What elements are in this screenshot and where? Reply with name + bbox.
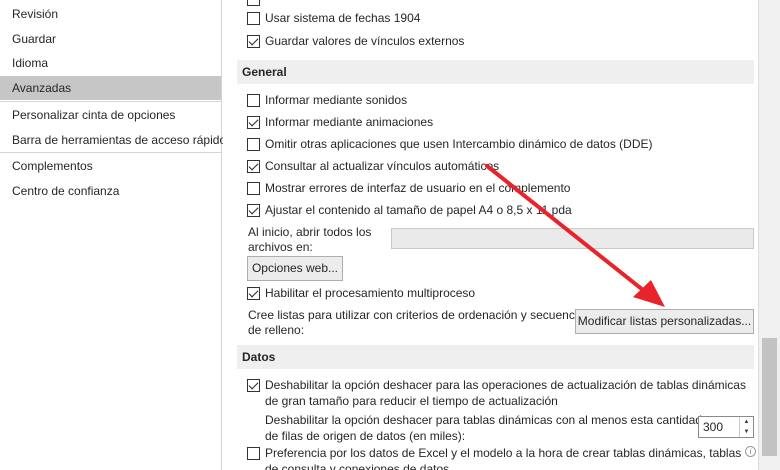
option-label: Guardar valores de vínculos externos [265, 34, 465, 48]
startup-folder-input[interactable] [391, 228, 754, 249]
option-label: Consultar al actualizar vínculos automát… [265, 159, 500, 173]
section-header-general: General [237, 60, 754, 84]
section-header-datos: Datos [237, 345, 754, 369]
option-update-links[interactable]: Consultar al actualizar vínculos automát… [247, 158, 499, 176]
sidebar-item-guardar[interactable]: Guardar [0, 27, 221, 51]
options-sidebar: Revisión Guardar Idioma Avanzadas Person… [0, 0, 226, 470]
stepper-buttons: ▲ ▼ [739, 417, 753, 437]
checkbox[interactable] [247, 94, 260, 107]
scrollbar-thumb[interactable] [762, 338, 777, 456]
checkbox-checked[interactable] [247, 287, 260, 300]
checkbox-checked[interactable] [247, 379, 260, 392]
option-prefer-excel-data[interactable]: Preferencia por los datos de Excel y el … [247, 445, 755, 470]
sidebar-item-revision[interactable]: Revisión [0, 2, 221, 26]
undo-rows-label: de filas de origen de datos (en miles): [265, 429, 466, 443]
option-clipped-row[interactable] [247, 0, 260, 9]
web-options-button[interactable]: Opciones web... [247, 256, 343, 281]
checkbox-checked[interactable] [247, 116, 260, 129]
sidebar-item-idioma[interactable]: Idioma [0, 51, 221, 75]
custom-lists-label: de relleno: [248, 323, 305, 337]
checkbox-checked[interactable] [247, 160, 260, 173]
sidebar-divider [0, 152, 221, 153]
startup-folder-label: Al inicio, abrir todos los [248, 225, 372, 239]
option-scale-paper[interactable]: Ajustar el contenido al tamaño de papel … [247, 202, 572, 220]
option-animations[interactable]: Informar mediante animaciones [247, 114, 433, 132]
checkbox[interactable] [247, 138, 260, 151]
option-label: Deshabilitar la opción deshacer para las… [265, 378, 746, 408]
option-label: Informar mediante animaciones [265, 115, 434, 129]
option-multithread[interactable]: Habilitar el procesamiento multiproceso [247, 285, 475, 303]
option-sounds[interactable]: Informar mediante sonidos [247, 92, 407, 110]
startup-folder-label: archivos en: [248, 240, 313, 254]
options-panel: Usar sistema de fechas 1904 Guardar valo… [223, 0, 758, 470]
checkbox[interactable] [247, 182, 260, 195]
checkbox-checked[interactable] [247, 35, 260, 48]
option-date-system-1904[interactable]: Usar sistema de fechas 1904 [247, 10, 420, 28]
option-label: Usar sistema de fechas 1904 [265, 11, 421, 25]
option-label: Mostrar errores de interfaz de usuario e… [265, 181, 571, 195]
undo-rows-value[interactable]: 300 [703, 420, 723, 434]
checkbox-checked[interactable] [247, 204, 260, 217]
vertical-scrollbar[interactable] [758, 0, 780, 470]
option-label: Habilitar el procesamiento multiproceso [265, 286, 476, 300]
chevron-down-icon[interactable]: ▼ [740, 427, 753, 437]
checkbox[interactable] [247, 12, 260, 25]
option-label: Preferencia por los datos de Excel y el … [265, 446, 742, 470]
sidebar-item-barra-acceso-rapido[interactable]: Barra de herramientas de acceso rápido [0, 128, 226, 152]
sidebar-item-avanzadas[interactable]: Avanzadas [0, 76, 221, 100]
option-label: Omitir otras aplicaciones que usen Inter… [265, 137, 653, 151]
checkbox[interactable] [247, 447, 260, 460]
sidebar-divider [0, 101, 221, 102]
edit-custom-lists-button[interactable]: Modificar listas personalizadas... [575, 309, 754, 334]
option-save-external-links[interactable]: Guardar valores de vínculos externos [247, 33, 464, 51]
option-ignore-dde[interactable]: Omitir otras aplicaciones que usen Inter… [247, 136, 653, 154]
sidebar-item-personalizar-cinta[interactable]: Personalizar cinta de opciones [0, 103, 221, 127]
option-disable-undo-large[interactable]: Deshabilitar la opción deshacer para las… [247, 377, 755, 411]
undo-rows-label: Deshabilitar la opción deshacer para tab… [265, 413, 702, 427]
option-label: Ajustar el contenido al tamaño de papel … [265, 203, 572, 217]
option-label: Informar mediante sonidos [265, 93, 408, 107]
chevron-up-icon[interactable]: ▲ [740, 417, 753, 427]
checkbox[interactable] [247, 0, 260, 6]
option-addin-errors[interactable]: Mostrar errores de interfaz de usuario e… [247, 180, 570, 198]
custom-lists-label: Cree listas para utilizar con criterios … [248, 308, 591, 322]
sidebar-item-complementos[interactable]: Complementos [0, 154, 221, 178]
undo-rows-stepper[interactable]: 300 ▲ ▼ [698, 416, 754, 438]
sidebar-item-centro-confianza[interactable]: Centro de confianza [0, 179, 221, 203]
